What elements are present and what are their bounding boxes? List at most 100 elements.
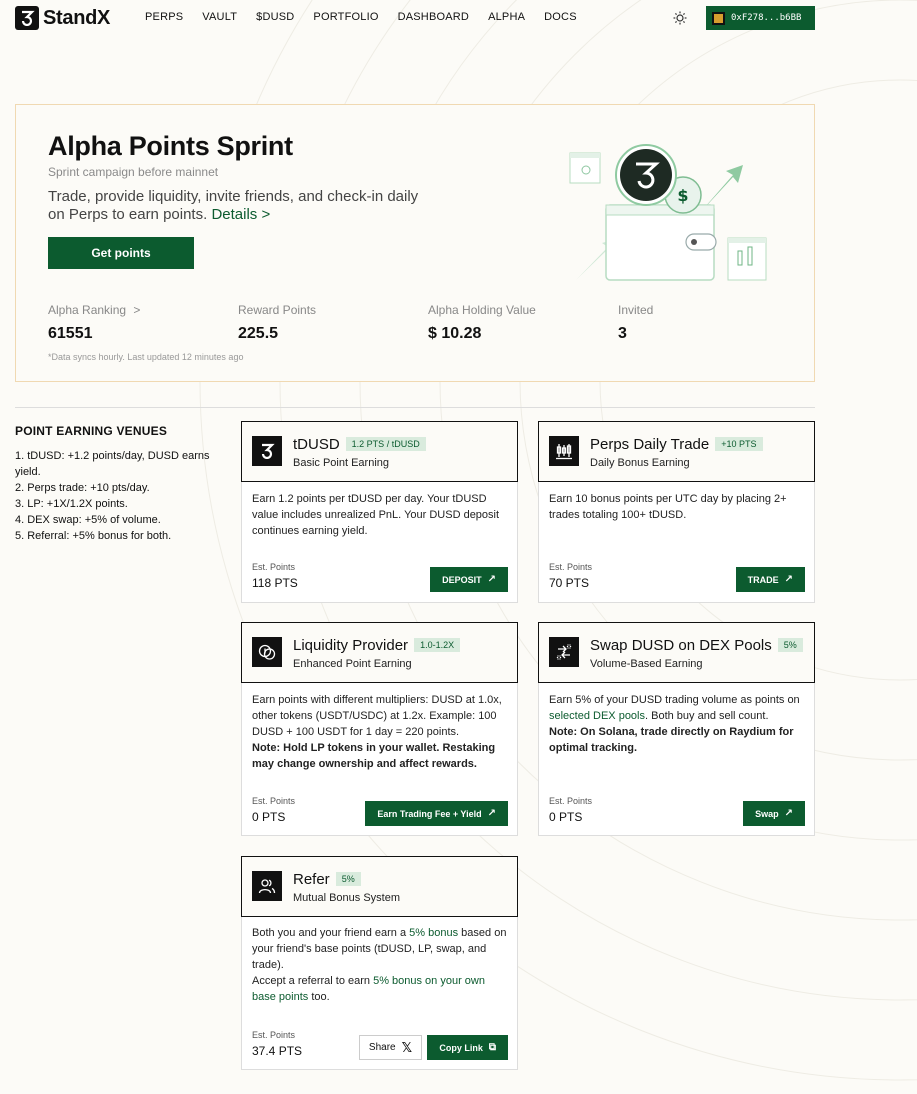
card-header: tDUSD 1.2 PTS / tDUSD Basic Point Earning (241, 421, 518, 482)
deposit-button[interactable]: DEPOSIT ↗ (430, 567, 508, 592)
sync-note: *Data syncs hourly. Last updated 12 minu… (48, 352, 244, 362)
card-swap-dusd: Swap DUSD on DEX Pools 5% Volume-Based Ea… (538, 622, 815, 836)
stat-alpha-ranking[interactable]: Alpha Ranking > 61551 (48, 303, 140, 343)
est-points-value: 37.4 PTS (252, 1044, 303, 1058)
stat-value: 61551 (48, 325, 93, 342)
wallet-avatar (712, 11, 725, 25)
card-body-text: Earn 5% of your DUSD trading volume as p… (549, 694, 800, 706)
card-header: Refer 5% Mutual Bonus System (241, 856, 518, 917)
card-body-text: Earn points with different multipliers: … (252, 694, 502, 738)
button-label: Swap (755, 808, 779, 819)
stat-invited: Invited 3 (618, 303, 653, 343)
card-description: Earn points with different multipliers: … (242, 683, 517, 772)
est-points-label: Est. Points (252, 796, 296, 806)
card-description: Earn 1.2 points per tDUSD per day. Your … (252, 493, 500, 537)
venues-title: POINT EARNING VENUES (15, 424, 168, 438)
card-badge: +10 PTS (715, 437, 763, 451)
nav-link-portfolio[interactable]: PORTFOLIO (313, 11, 378, 23)
nav-link-alpha[interactable]: ALPHA (488, 11, 525, 23)
button-label: Copy Link (439, 1042, 483, 1053)
nav-link-dashboard[interactable]: DASHBOARD (398, 11, 469, 23)
coins-icon (252, 637, 282, 667)
trade-button[interactable]: TRADE ↗ (735, 567, 805, 592)
stat-label: Alpha Holding Value (428, 303, 536, 317)
card-tdusd: tDUSD 1.2 PTS / tDUSD Basic Point Earning… (241, 421, 518, 603)
venue-item: 1. tDUSD: +1.2 points/day, DUSD earns yi… (15, 450, 210, 478)
candlestick-icon (549, 436, 579, 466)
card-refer: Refer 5% Mutual Bonus System Both you and… (241, 856, 518, 1070)
card-header: Perps Daily Trade +10 PTS Daily Bonus Ear… (538, 421, 815, 482)
venues-list: 1. tDUSD: +1.2 points/day, DUSD earns yi… (15, 448, 220, 544)
users-icon (252, 871, 282, 901)
wallet-button[interactable]: 0xF278...b6BB (706, 6, 815, 30)
card-liquidity-provider: Liquidity Provider 1.0-1.2X Enhanced Poin… (241, 622, 518, 836)
hero-description: Trade, provide liquidity, invite friends… (48, 188, 428, 224)
stat-label: Reward Points (238, 303, 317, 317)
arrow-up-right-icon: ↗ (784, 574, 793, 585)
est-points-value: 0 PTS (549, 810, 583, 824)
card-badge: 1.2 PTS / tDUSD (345, 437, 426, 451)
details-link[interactable]: Details > (211, 206, 270, 223)
card-header: Liquidity Provider 1.0-1.2X Enhanced Poin… (241, 622, 518, 683)
brand-name: StandX (43, 6, 111, 29)
hero-subtitle: Sprint campaign before mainnet (48, 165, 219, 179)
button-label: TRADE (747, 574, 779, 585)
nav-link-docs[interactable]: DOCS (544, 11, 577, 23)
copy-link-button[interactable]: Copy Link ⧉ (427, 1035, 508, 1060)
venue-item: 3. LP: +1X/1.2X points. (15, 498, 128, 510)
share-button[interactable]: Share 𝕏 (359, 1035, 422, 1060)
selected-dex-pools-link[interactable]: selected DEX pools (549, 710, 645, 722)
stat-holding-value: Alpha Holding Value $ 10.28 (428, 303, 536, 343)
top-nav: StandX PERPS VAULT $DUSD PORTFOLIO DASHB… (0, 0, 917, 36)
card-title: Liquidity Provider (293, 637, 409, 654)
stat-value: $ 10.28 (428, 325, 482, 342)
arrow-up-right-icon: ↗ (487, 808, 496, 819)
sun-icon[interactable] (673, 11, 687, 25)
card-note: Note: Hold LP tokens in your wallet. Res… (252, 742, 496, 770)
card-subtitle: Volume-Based Earning (590, 658, 703, 670)
swap-button[interactable]: Swap ↗ (743, 801, 805, 826)
swap-icon (549, 637, 579, 667)
point-earning-venues: POINT EARNING VENUES 1. tDUSD: +1.2 poin… (15, 424, 220, 544)
x-logo-icon: 𝕏 (401, 1039, 413, 1055)
earn-trading-fee-button[interactable]: Earn Trading Fee + Yield ↗ (365, 801, 508, 826)
nav-links: PERPS VAULT $DUSD PORTFOLIO DASHBOARD AL… (145, 11, 596, 23)
arrow-up-right-icon: ↗ (784, 808, 793, 819)
card-body-text: Accept a referral to earn (252, 975, 371, 987)
hero-panel: Alpha Points Sprint Sprint campaign befo… (15, 104, 815, 382)
card-badge: 1.0-1.2X (414, 638, 461, 652)
section-divider (15, 407, 815, 408)
card-subtitle: Enhanced Point Earning (293, 658, 412, 670)
venue-item: 2. Perps trade: +10 pts/day. (15, 482, 150, 494)
venue-item: 4. DEX swap: +5% of volume. (15, 514, 161, 526)
est-points-label: Est. Points (549, 562, 593, 572)
card-title: Swap DUSD on DEX Pools (590, 637, 772, 654)
chevron-right-icon: > (133, 303, 141, 317)
card-title: Refer (293, 871, 330, 888)
est-points-value: 118 PTS (252, 576, 298, 590)
wallet-illustration: $ (569, 144, 767, 281)
card-description: Earn 5% of your DUSD trading volume as p… (539, 683, 814, 756)
nav-link-vault[interactable]: VAULT (202, 11, 237, 23)
button-label: DEPOSIT (442, 574, 482, 585)
card-note: Note: On Solana, trade directly on Raydi… (549, 726, 794, 754)
est-points-label: Est. Points (252, 1030, 296, 1040)
card-title: Perps Daily Trade (590, 436, 710, 453)
get-points-button[interactable]: Get points (48, 237, 194, 269)
card-body-text: . Both buy and sell count. (645, 710, 769, 722)
card-header: Swap DUSD on DEX Pools 5% Volume-Based Ea… (538, 622, 815, 683)
bonus-highlight: 5% bonus (409, 927, 459, 939)
stat-label: Invited (618, 303, 654, 317)
card-badge: 5% (335, 872, 361, 886)
card-subtitle: Daily Bonus Earning (590, 457, 690, 469)
card-badge: 5% (777, 638, 803, 652)
button-label: Earn Trading Fee + Yield (377, 808, 482, 819)
arrow-up-right-icon: ↗ (487, 574, 496, 585)
nav-link-perps[interactable]: PERPS (145, 11, 183, 23)
brand-logo[interactable]: StandX (15, 6, 110, 30)
standx-logo-icon (252, 436, 282, 466)
stat-reward-points: Reward Points 225.5 (238, 303, 316, 343)
est-points-label: Est. Points (252, 562, 296, 572)
card-description: Both you and your friend earn a 5% bonus… (242, 917, 517, 1005)
nav-link-dusd[interactable]: $DUSD (256, 11, 294, 23)
